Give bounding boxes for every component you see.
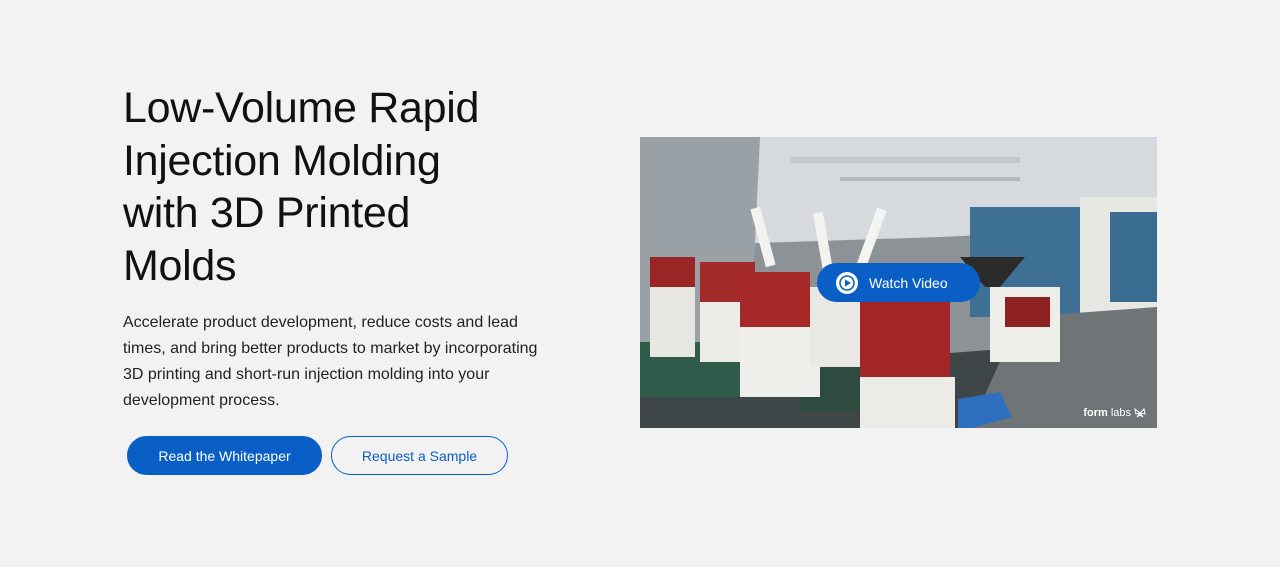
- brand-wordmark-light: labs: [1110, 407, 1131, 419]
- page-title: Low-Volume Rapid Injection Molding with …: [123, 84, 480, 290]
- hero-section: Low-Volume Rapid Injection Molding with …: [0, 0, 1280, 567]
- cta-group: Read the Whitepaper Request a Sample: [127, 436, 508, 475]
- watch-video-label: Watch Video: [869, 274, 948, 291]
- brand-wordmark-bold: form: [1083, 407, 1108, 419]
- request-sample-button[interactable]: Request a Sample: [331, 436, 508, 475]
- video-thumbnail[interactable]: Watch Video form labs: [640, 137, 1157, 428]
- watch-video-button[interactable]: Watch Video: [817, 263, 980, 302]
- hero-text: Low-Volume Rapid Injection Molding with …: [123, 82, 553, 414]
- hero-description: Accelerate product development, reduce c…: [123, 314, 538, 409]
- read-whitepaper-button[interactable]: Read the Whitepaper: [127, 436, 322, 475]
- butterfly-icon: [1134, 408, 1146, 418]
- play-icon: [836, 271, 858, 294]
- formlabs-logo: form labs: [1083, 407, 1146, 419]
